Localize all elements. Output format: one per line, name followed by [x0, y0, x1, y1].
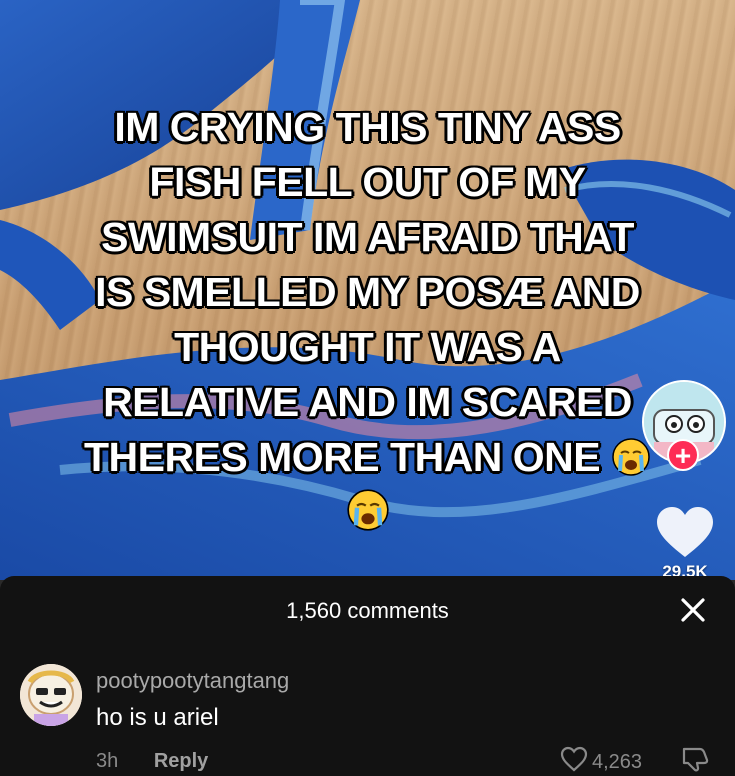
avatar[interactable]: [20, 664, 82, 726]
comment-like-button[interactable]: 4,263: [560, 746, 642, 774]
heart-icon[interactable]: [655, 505, 715, 561]
dislike-icon[interactable]: [680, 746, 710, 772]
comment-text: ho is u ariel: [96, 704, 219, 731]
avatar-image: [20, 664, 82, 726]
comment-username[interactable]: pootypootytangtang: [96, 668, 289, 694]
video-caption: IM CRYING THIS TINY ASS FISH FELL OUT OF…: [20, 100, 715, 540]
video-player[interactable]: IM CRYING THIS TINY ASS FISH FELL OUT OF…: [0, 0, 735, 580]
comments-count-title: 1,560 comments: [286, 598, 449, 623]
caption-line: RELATIVE AND IM SCARED: [103, 379, 632, 425]
comments-sheet: 1,560 comments pootypootytangtang ho is …: [0, 576, 735, 776]
caption-line: IS SMELLED MY POSÆ AND: [95, 269, 640, 315]
comment-like-count: 4,263: [592, 751, 643, 773]
reply-button[interactable]: Reply: [154, 750, 208, 772]
caption-line-text: THERES MORE THAN ONE: [83, 434, 601, 480]
caption-line: FISH FELL OUT OF MY: [149, 159, 586, 205]
caption-emoji-line: [20, 485, 715, 540]
loudly-crying-face-icon: [346, 489, 389, 531]
caption-line: THERES MORE THAN ONE: [20, 430, 715, 485]
close-icon[interactable]: [678, 595, 708, 625]
heart-outline-icon: [560, 746, 588, 772]
follow-button[interactable]: +: [667, 439, 699, 471]
comment-time: 3h: [96, 750, 119, 772]
comment-meta: 3h Reply: [96, 750, 208, 773]
loudly-crying-face-icon: [612, 438, 650, 476]
caption-line: THOUGHT IT WAS A: [174, 324, 561, 370]
caption-line: SWIMSUIT IM AFRAID THAT: [101, 214, 634, 260]
caption-line: IM CRYING THIS TINY ASS: [114, 104, 621, 150]
